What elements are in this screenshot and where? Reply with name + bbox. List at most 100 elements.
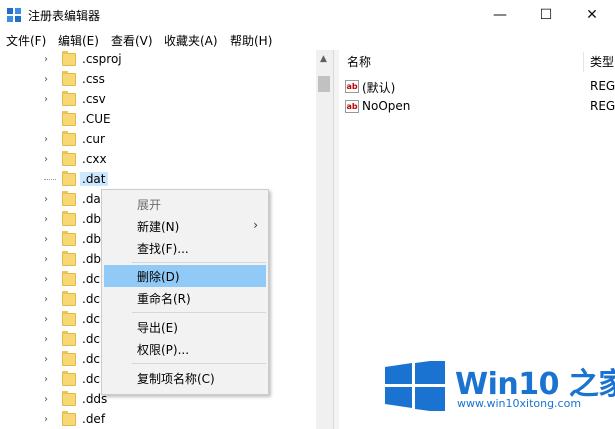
ctx-item-export[interactable]: 导出(E) (104, 316, 266, 338)
scroll-thumb[interactable] (318, 76, 330, 92)
tree-item[interactable]: › .def (0, 410, 316, 429)
window-title: 注册表编辑器 (28, 9, 101, 23)
expand-arrow-icon[interactable]: › (44, 394, 48, 405)
title-bar: 注册表编辑器 — ☐ ✕ (0, 0, 615, 30)
tree-item[interactable]: › .css (0, 70, 316, 90)
close-button[interactable]: ✕ (569, 0, 615, 30)
maximize-button[interactable]: ☐ (523, 0, 569, 30)
menu-separator (132, 363, 266, 364)
value-type: REG (590, 79, 615, 93)
tree-item-label: .db (82, 252, 102, 266)
value-name: (默认) (362, 81, 396, 95)
ctx-item-label: 展开 (137, 198, 162, 212)
tree-item-label: .dc (82, 272, 101, 286)
expand-arrow-icon[interactable]: › (44, 334, 48, 345)
expand-arrow-icon[interactable]: › (44, 154, 48, 165)
minimize-button[interactable]: — (477, 0, 523, 30)
folder-icon (62, 231, 76, 246)
tree-item[interactable]: › .csproj (0, 50, 316, 70)
expand-arrow-icon[interactable]: › (44, 294, 48, 305)
folder-icon (62, 91, 76, 106)
menu-help[interactable]: 帮助(H) (230, 32, 272, 49)
watermark: Win10 之家 www.win10xitong.com (383, 358, 615, 429)
ctx-item-new[interactable]: 新建(N) › (104, 215, 266, 237)
menu-edit[interactable]: 编辑(E) (58, 32, 99, 49)
menu-favorites[interactable]: 收藏夹(A) (164, 32, 218, 49)
ctx-item-delete[interactable]: 删除(D) (104, 265, 266, 287)
tree-item[interactable]: › .cur (0, 130, 316, 150)
tree-item-label: .def (82, 412, 106, 426)
ctx-item-label: 导出(E) (137, 321, 178, 335)
ctx-item-label: 删除(D) (137, 270, 180, 284)
tree-item[interactable]: › .cxx (0, 150, 316, 170)
ctx-item-expand[interactable]: 展开 (104, 193, 266, 215)
folder-icon (62, 371, 76, 386)
regedit-app-icon (7, 8, 21, 22)
ctx-item-label: 权限(P)... (137, 343, 190, 357)
expand-arrow-icon[interactable]: › (44, 54, 48, 65)
tree-connector-line (44, 179, 56, 180)
folder-icon (62, 311, 76, 326)
expand-arrow-icon[interactable]: › (44, 414, 48, 425)
context-menu: 展开 新建(N) › 查找(F)... 删除(D) 重命名(R) 导出(E) 权… (101, 189, 269, 395)
folder-icon (62, 131, 76, 146)
ctx-item-label: 重命名(R) (137, 292, 191, 306)
value-row[interactable]: ab (默认) REG (339, 77, 615, 97)
column-separator[interactable] (583, 52, 584, 72)
folder-icon (62, 271, 76, 286)
expand-arrow-icon[interactable]: › (44, 314, 48, 325)
value-type: REG (590, 99, 615, 113)
menu-view[interactable]: 查看(V) (111, 32, 153, 49)
string-value-icon: ab (345, 100, 359, 113)
tree-item-label: .dc (82, 312, 101, 326)
menu-file[interactable]: 文件(F) (6, 32, 46, 49)
tree-item[interactable]: › .csv (0, 90, 316, 110)
folder-icon (62, 411, 76, 426)
folder-icon (62, 291, 76, 306)
ctx-item-find[interactable]: 查找(F)... (104, 237, 266, 259)
tree-item-label: .db (82, 232, 102, 246)
expand-arrow-icon[interactable]: › (44, 274, 48, 285)
tree-item-label: .css (82, 72, 105, 86)
menu-bar: 文件(F) 编辑(E) 查看(V) 收藏夹(A) 帮助(H) (0, 30, 615, 50)
tree-item-label: .CUE (82, 112, 111, 126)
string-value-icon: ab (345, 80, 359, 93)
expand-arrow-icon[interactable]: › (44, 74, 48, 85)
value-name: NoOpen (362, 99, 411, 113)
tree-item-label: .csv (82, 92, 106, 106)
tree-item-selected[interactable]: .dat (0, 170, 316, 190)
tree-item-label: .dc (82, 372, 101, 386)
expand-arrow-icon[interactable]: › (44, 254, 48, 265)
tree-item[interactable]: .CUE (0, 110, 316, 130)
folder-icon (62, 111, 76, 126)
ctx-item-label: 复制项名称(C) (137, 372, 215, 386)
expand-arrow-icon[interactable]: › (44, 194, 48, 205)
scroll-up-arrow-icon[interactable]: ▲ (320, 54, 327, 64)
expand-arrow-icon[interactable]: › (44, 214, 48, 225)
ctx-item-rename[interactable]: 重命名(R) (104, 287, 266, 309)
tree-item-label: .dat (80, 172, 108, 186)
tree-item-label: .cur (82, 132, 105, 146)
folder-icon (62, 251, 76, 266)
column-header-name[interactable]: 名称 (347, 50, 372, 74)
folder-icon (62, 151, 76, 166)
folder-icon (62, 211, 76, 226)
value-row[interactable]: ab NoOpen REG (339, 97, 615, 117)
tree-item-label: .csproj (82, 52, 122, 66)
folder-icon (62, 351, 76, 366)
tree-scrollbar[interactable]: ▲ (316, 50, 333, 429)
tree-item-label: .db (82, 212, 102, 226)
expand-arrow-icon[interactable]: › (44, 94, 48, 105)
column-header-type[interactable]: 类型 (590, 50, 615, 74)
watermark-url: www.win10xitong.com (457, 397, 582, 410)
ctx-item-permissions[interactable]: 权限(P)... (104, 338, 266, 360)
ctx-item-copy-key-name[interactable]: 复制项名称(C) (104, 367, 266, 389)
tree-item-label: .cxx (82, 152, 107, 166)
tree-item-label: .dc (82, 292, 101, 306)
folder-icon (62, 331, 76, 346)
expand-arrow-icon[interactable]: › (44, 354, 48, 365)
windows-logo-icon (385, 361, 445, 411)
expand-arrow-icon[interactable]: › (44, 134, 48, 145)
expand-arrow-icon[interactable]: › (44, 374, 48, 385)
expand-arrow-icon[interactable]: › (44, 234, 48, 245)
